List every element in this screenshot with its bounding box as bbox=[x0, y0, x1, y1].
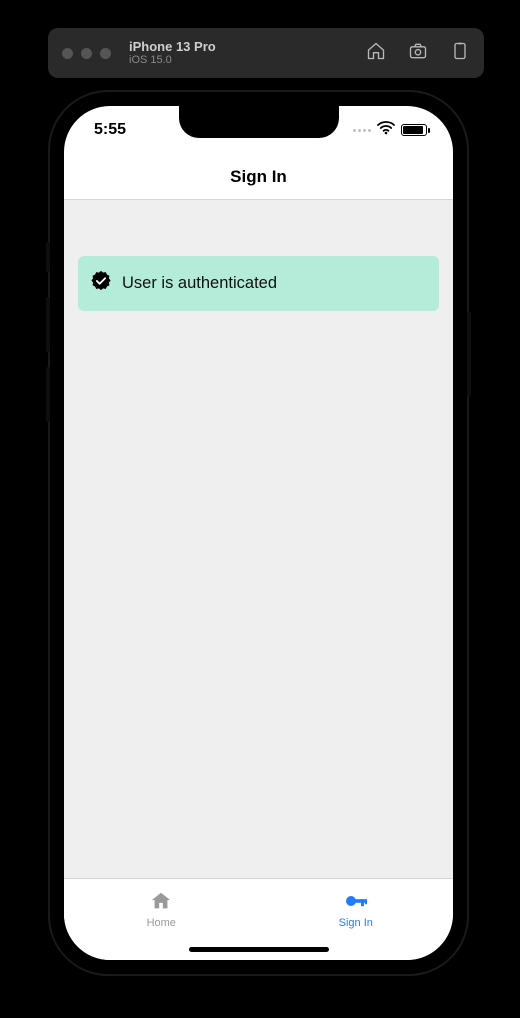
simulator-device-label: iPhone 13 Pro bbox=[129, 40, 216, 54]
zoom-window-dot[interactable] bbox=[100, 48, 111, 59]
home-icon[interactable] bbox=[366, 41, 386, 66]
key-icon bbox=[343, 890, 369, 915]
device-notch bbox=[179, 106, 339, 138]
verified-icon bbox=[90, 270, 112, 297]
power-button bbox=[467, 312, 471, 397]
simulator-title: iPhone 13 Pro iOS 15.0 bbox=[129, 40, 216, 66]
auth-status-text: User is authenticated bbox=[122, 274, 277, 293]
rotate-icon[interactable] bbox=[450, 41, 470, 66]
auth-status-banner: User is authenticated bbox=[78, 256, 439, 311]
tab-signin[interactable]: Sign In bbox=[259, 879, 454, 940]
mute-switch bbox=[46, 242, 50, 272]
device-frame: 5:55 Sign In User is authenticated bbox=[50, 92, 467, 974]
volume-up-button bbox=[46, 297, 50, 352]
home-icon bbox=[148, 890, 174, 915]
page-title: Sign In bbox=[230, 167, 287, 187]
simulator-os-label: iOS 15.0 bbox=[129, 54, 216, 66]
tab-signin-label: Sign In bbox=[339, 917, 373, 929]
minimize-window-dot[interactable] bbox=[81, 48, 92, 59]
close-window-dot[interactable] bbox=[62, 48, 73, 59]
tab-home[interactable]: Home bbox=[64, 879, 259, 940]
screen-content: User is authenticated bbox=[64, 200, 453, 878]
device-screen: 5:55 Sign In User is authenticated bbox=[64, 106, 453, 960]
window-controls[interactable] bbox=[62, 48, 111, 59]
home-indicator[interactable] bbox=[189, 947, 329, 952]
simulator-toolbar: iPhone 13 Pro iOS 15.0 bbox=[48, 28, 484, 78]
wifi-icon bbox=[377, 121, 395, 140]
navigation-header: Sign In bbox=[64, 154, 453, 200]
screenshot-icon[interactable] bbox=[408, 41, 428, 66]
cellular-icon bbox=[353, 129, 371, 132]
status-time: 5:55 bbox=[94, 121, 126, 139]
battery-icon bbox=[401, 124, 427, 136]
volume-down-button bbox=[46, 367, 50, 422]
tab-home-label: Home bbox=[147, 917, 176, 929]
